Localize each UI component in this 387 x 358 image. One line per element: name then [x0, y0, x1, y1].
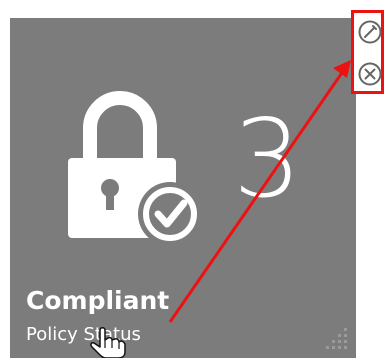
tile-title: Compliant — [26, 286, 170, 315]
resize-grip-icon — [326, 328, 347, 349]
policy-status-tile[interactable]: 3 Compliant Policy Status — [10, 18, 356, 358]
hand-cursor-icon — [90, 327, 126, 358]
tile-actions-highlight — [351, 10, 384, 94]
compliant-count: 3 — [233, 97, 302, 222]
edit-icon[interactable] — [357, 19, 383, 45]
remove-icon[interactable] — [357, 61, 383, 87]
screenshot-stage: 3 Compliant Policy Status — [0, 0, 387, 358]
lock-check-icon — [68, 91, 202, 246]
